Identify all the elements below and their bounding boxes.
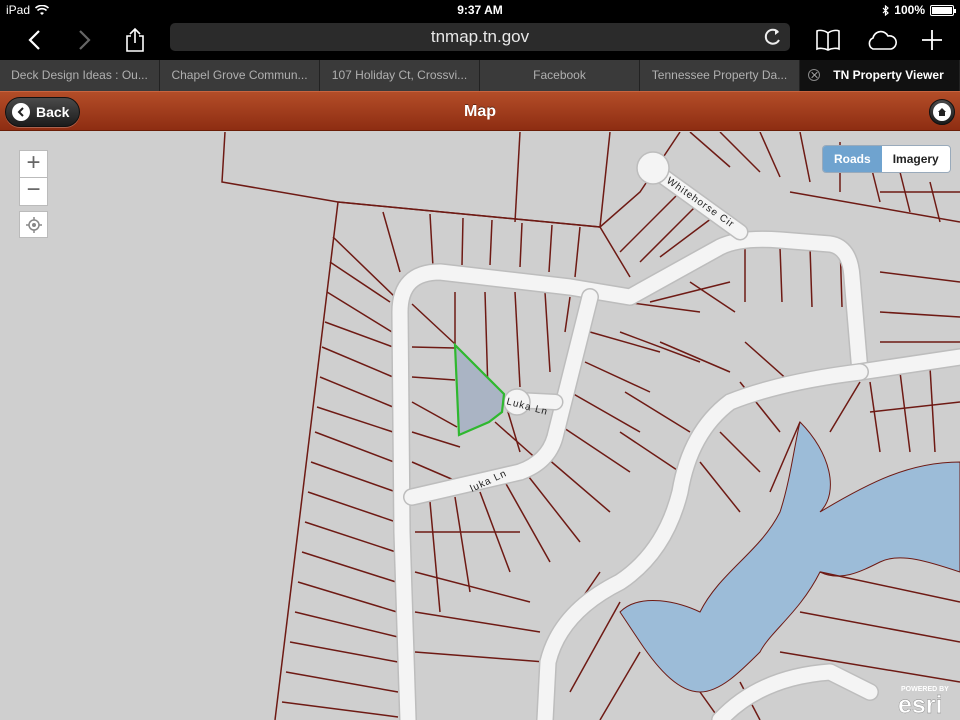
close-tab-icon[interactable] (808, 69, 820, 81)
icloud-tabs-icon[interactable] (864, 24, 900, 56)
browser-toolbar: tnmap.tn.gov (0, 20, 960, 60)
imagery-basemap-button[interactable]: Imagery (881, 146, 950, 172)
bluetooth-icon (882, 4, 890, 16)
map-view[interactable]: Whitehorse Cir Luka Ln luka Ln + − Roads… (0, 132, 960, 720)
tab-chapel-grove[interactable]: Chapel Grove Commun... (160, 60, 320, 91)
tab-bar: Deck Design Ideas : Ou... Chapel Grove C… (0, 60, 960, 91)
home-icon (933, 103, 951, 121)
status-bar: iPad 9:37 AM 100% (0, 0, 960, 20)
esri-logo: POWERED BY esri (898, 686, 949, 716)
tab-label: TN Property Viewer (833, 68, 944, 82)
new-tab-icon[interactable] (916, 24, 948, 56)
map-canvas[interactable]: Whitehorse Cir Luka Ln luka Ln (0, 132, 960, 720)
road-label-whitehorse: Whitehorse Cir (664, 175, 736, 230)
roads-basemap-button[interactable]: Roads (823, 146, 882, 172)
selected-parcel (453, 342, 506, 437)
tab-deck-design[interactable]: Deck Design Ideas : Ou... (0, 60, 160, 91)
url-text: tnmap.tn.gov (430, 27, 530, 46)
parcel-lines (221, 132, 960, 720)
ipad-screen: iPad 9:37 AM 100% tnmap.tn.gov Deck Desi… (0, 0, 960, 720)
tab-holiday-ct[interactable]: 107 Holiday Ct, Crossvi... (320, 60, 480, 91)
bookmarks-icon[interactable] (812, 24, 844, 56)
locate-button[interactable] (19, 211, 48, 238)
basemap-toggle: Roads Imagery (822, 145, 951, 173)
home-button[interactable] (929, 99, 955, 125)
back-button[interactable]: Back (5, 97, 81, 127)
zoom-controls: + − (19, 150, 48, 238)
app-header: Map Back (0, 91, 960, 131)
battery-percent: 100% (894, 3, 925, 17)
zoom-in-button[interactable]: + (19, 150, 48, 178)
back-nav-icon[interactable] (18, 24, 50, 56)
back-button-label: Back (36, 104, 70, 120)
whitehorse-cul-de-sac (636, 151, 670, 185)
tab-facebook[interactable]: Facebook (480, 60, 640, 91)
esri-wordmark: esri (898, 691, 942, 716)
tab-tn-property-viewer[interactable]: TN Property Viewer (800, 60, 960, 91)
share-icon[interactable] (119, 24, 151, 56)
address-bar[interactable]: tnmap.tn.gov (170, 23, 790, 51)
tab-tn-property-data[interactable]: Tennessee Property Da... (640, 60, 800, 91)
lake (619, 421, 960, 693)
forward-nav-icon[interactable] (69, 24, 101, 56)
reload-icon[interactable] (762, 25, 784, 49)
zoom-out-button[interactable]: − (19, 178, 48, 206)
back-arrow-icon (12, 103, 30, 121)
status-time: 9:37 AM (457, 3, 503, 17)
battery-icon (930, 4, 956, 16)
page-title: Map (464, 103, 496, 120)
locate-icon (25, 216, 42, 233)
